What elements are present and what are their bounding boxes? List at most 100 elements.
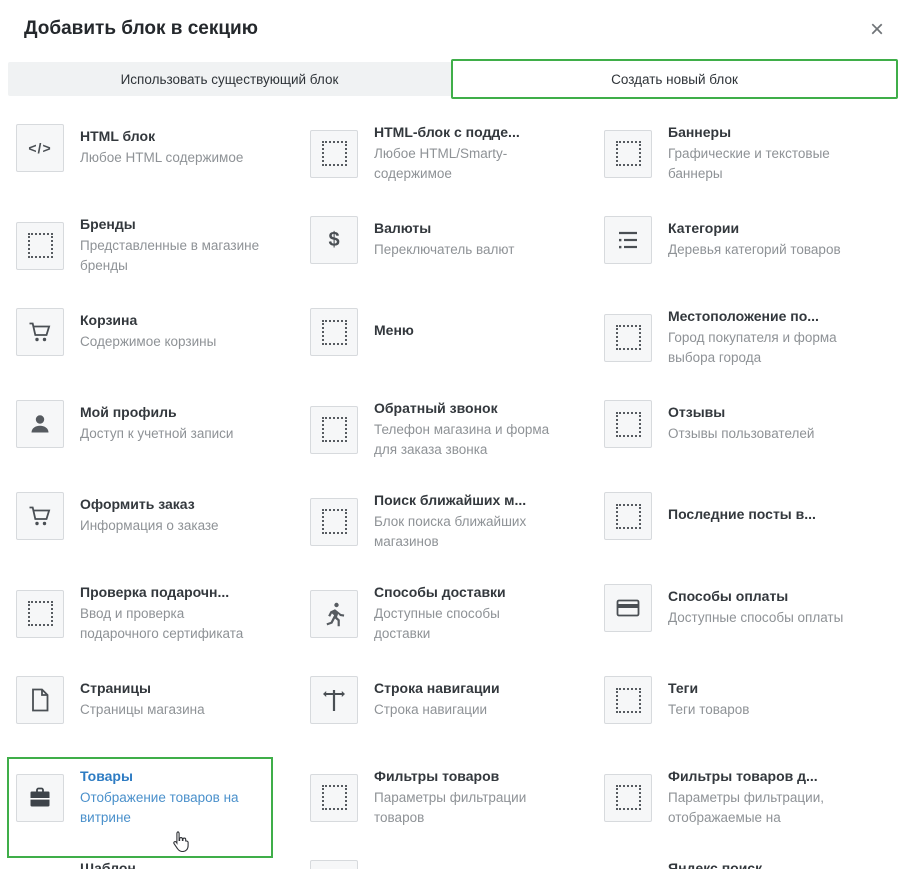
block-desc: Отображение товаров на витрине xyxy=(80,788,260,827)
close-icon[interactable]: × xyxy=(866,18,888,42)
block-item-products[interactable]: Товары Отображение товаров на витрине xyxy=(16,768,310,827)
block-desc: Содержимое корзины xyxy=(80,332,216,352)
block-item-gift-certificate[interactable]: Проверка подарочн... Ввод и проверка пода… xyxy=(16,584,310,643)
block-desc: Доступные способы доставки xyxy=(374,604,554,643)
block-item-tags[interactable]: Теги Теги товаров xyxy=(604,676,898,724)
block-item-html-smarty[interactable]: HTML-блок с подде... Любое HTML/Smarty-со… xyxy=(310,124,604,183)
dashed-square-icon xyxy=(310,406,358,454)
block-desc: Параметры фильтрации товаров xyxy=(374,788,554,827)
signpost-icon xyxy=(310,676,358,724)
block-title: Меню xyxy=(374,322,414,338)
block-title: Шаблон xyxy=(80,860,136,869)
block-title: Фильтры товаров д... xyxy=(668,768,848,784)
block-item-shipping-methods[interactable]: Способы доставки Доступные способы достав… xyxy=(310,584,604,643)
block-item-store-locator[interactable]: Поиск ближайших м... Блок поиска ближайши… xyxy=(310,492,604,551)
tab-use-existing-block[interactable]: Использовать существующий блок xyxy=(8,62,451,96)
hand-cursor-icon xyxy=(172,830,190,857)
block-item-currencies[interactable]: $ Валюты Переключатель валют xyxy=(310,216,604,264)
block-title: Мой профиль xyxy=(80,404,233,420)
block-desc: Теги товаров xyxy=(668,700,749,720)
dashed-square-icon xyxy=(604,130,652,178)
add-block-dialog: Добавить блок в секцию × Использовать су… xyxy=(0,0,906,869)
block-item-reviews[interactable]: Отзывы Отзывы пользователей xyxy=(604,400,898,448)
tab-bar: Использовать существующий блок Создать н… xyxy=(8,62,898,96)
block-desc: Страницы магазина xyxy=(80,700,205,720)
dashed-square-icon xyxy=(16,590,64,638)
block-item-yandex-search[interactable]: Яндекс поиск xyxy=(604,860,898,869)
dashed-square-icon xyxy=(310,498,358,546)
cart-icon xyxy=(16,308,64,356)
block-item-latest-posts[interactable]: Последние посты в... xyxy=(604,492,898,540)
block-title: Корзина xyxy=(80,312,216,328)
block-desc: Графические и текстовые баннеры xyxy=(668,144,848,183)
block-desc: Деревья категорий товаров xyxy=(668,240,841,260)
block-item-callback[interactable]: Обратный звонок Телефон магазина и форма … xyxy=(310,400,604,459)
block-title: Поиск ближайших м... xyxy=(374,492,554,508)
dialog-header: Добавить блок в секцию × xyxy=(0,0,906,42)
block-item-profile[interactable]: Мой профиль Доступ к учетной записи xyxy=(16,400,310,448)
user-icon xyxy=(16,400,64,448)
block-item-product-filters-extra[interactable]: Фильтры товаров д... Параметры фильтрации… xyxy=(604,768,898,827)
block-desc: Любое HTML/Smarty-содержимое xyxy=(374,144,554,183)
block-desc: Блок поиска ближайших магазинов xyxy=(374,512,554,551)
block-title: Последние посты в... xyxy=(668,506,816,522)
dashed-square-icon xyxy=(604,400,652,448)
code-icon: </> xyxy=(16,124,64,172)
dashed-square-icon xyxy=(16,222,64,270)
block-item-cart[interactable]: Корзина Содержимое корзины xyxy=(16,308,310,356)
block-desc: Ввод и проверка подарочного сертификата xyxy=(80,604,260,643)
block-item-payment-methods[interactable]: Способы оплатыДоступные способы оплаты xyxy=(604,584,898,632)
block-title: HTML блок xyxy=(80,128,243,144)
block-item-product-filters[interactable]: Фильтры товаров Параметры фильтрации това… xyxy=(310,768,604,827)
block-item-template[interactable]: Шаблон xyxy=(16,860,310,869)
block-item-pages[interactable]: Страницы Страницы магазина xyxy=(16,676,310,724)
block-title: HTML-блок с подде... xyxy=(374,124,554,140)
dashed-square-icon xyxy=(310,130,358,178)
dashed-square-icon xyxy=(604,774,652,822)
dialog-title: Добавить блок в секцию xyxy=(24,18,258,40)
delivery-icon xyxy=(310,590,358,638)
block-item-categories[interactable]: КатегорииДеревья категорий товаров xyxy=(604,216,898,264)
block-title: Теги xyxy=(668,680,749,696)
block-item-breadcrumbs[interactable]: Строка навигацииСтрока навигации xyxy=(310,676,604,724)
block-item-banners[interactable]: Баннеры Графические и текстовые баннеры xyxy=(604,124,898,183)
dashed-square-icon xyxy=(604,314,652,362)
block-desc: Отзывы пользователей xyxy=(668,424,814,444)
block-item-location[interactable]: Местоположение по... Город покупателя и ф… xyxy=(604,308,898,367)
cart-icon xyxy=(16,492,64,540)
block-desc: Представленные в магазине бренды xyxy=(80,236,260,275)
block-desc: Переключатель валют xyxy=(374,240,514,260)
block-title: Обратный звонок xyxy=(374,400,554,416)
block-title: Валюты xyxy=(374,220,514,236)
dollar-icon: $ xyxy=(310,216,358,264)
block-item-html[interactable]: </> HTML блок Любое HTML содержимое xyxy=(16,124,310,172)
list-icon xyxy=(604,216,652,264)
block-title: Фильтры товаров xyxy=(374,768,554,784)
dashed-square-icon xyxy=(310,860,358,869)
block-title: Проверка подарочн... xyxy=(80,584,260,600)
block-desc: Строка навигации xyxy=(374,700,500,720)
block-title: Местоположение по... xyxy=(668,308,848,324)
block-title: Отзывы xyxy=(668,404,814,420)
credit-card-icon xyxy=(604,584,652,632)
block-title: Страницы xyxy=(80,680,205,696)
block-title: Товары xyxy=(80,768,260,784)
block-desc: Телефон магазина и форма для заказа звон… xyxy=(374,420,554,459)
block-desc: Любое HTML содержимое xyxy=(80,148,243,168)
block-item-unnamed[interactable] xyxy=(310,860,604,869)
block-desc: Доступные способы оплаты xyxy=(668,608,843,628)
block-item-brands[interactable]: БрендыПредставленные в магазине бренды xyxy=(16,216,310,275)
block-desc: Доступ к учетной записи xyxy=(80,424,233,444)
block-desc: Информация о заказе xyxy=(80,516,218,536)
tab-create-new-block[interactable]: Создать новый блок xyxy=(451,59,898,99)
block-title: Баннеры xyxy=(668,124,848,140)
block-title: Способы доставки xyxy=(374,584,554,600)
block-title: Яндекс поиск xyxy=(668,860,762,869)
block-item-menu[interactable]: Меню xyxy=(310,308,604,356)
block-item-checkout[interactable]: Оформить заказИнформация о заказе xyxy=(16,492,310,540)
page-icon xyxy=(16,676,64,724)
block-desc: Параметры фильтрации, отображаемые на xyxy=(668,788,848,827)
block-desc: Город покупателя и форма выбора города xyxy=(668,328,848,367)
block-grid: </> HTML блок Любое HTML содержимое HTML-… xyxy=(16,124,900,869)
dashed-square-icon xyxy=(604,492,652,540)
